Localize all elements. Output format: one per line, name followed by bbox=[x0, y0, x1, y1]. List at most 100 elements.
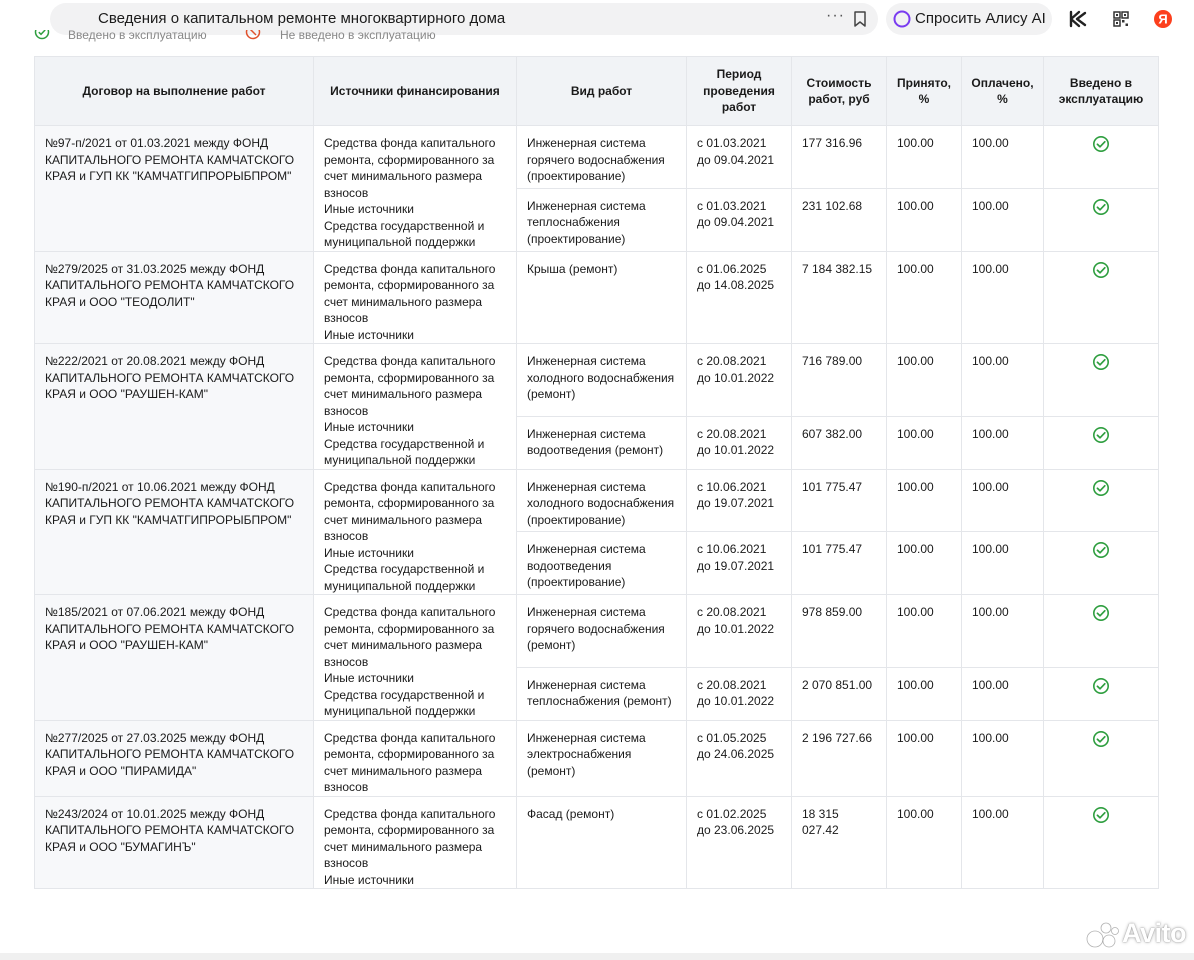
sources-cell: Средства фонда капитального ремонта, сфо… bbox=[313, 468, 517, 595]
paid-cell: 100.00 bbox=[961, 343, 1044, 417]
funding-source: Средства фонда капитального ремонта, сфо… bbox=[324, 261, 496, 326]
period-cell: с 01.03.2021 до 09.04.2021 bbox=[686, 187, 792, 252]
qr-icon[interactable] bbox=[1111, 9, 1131, 29]
cost-cell: 7 184 382.15 bbox=[791, 250, 887, 344]
paid-cell: 100.00 bbox=[961, 415, 1044, 470]
work-type-cell: Инженерная система горячего водоснабжени… bbox=[516, 125, 687, 189]
header-period: Период проведения работ bbox=[686, 56, 792, 126]
check-circle-icon bbox=[1093, 198, 1109, 215]
not-in-service-icon bbox=[245, 30, 261, 40]
period-cell: с 20.08.2021 до 10.01.2022 bbox=[686, 343, 792, 417]
table-row: №97-п/2021 от 01.03.2021 между ФОНД КАПИ… bbox=[34, 125, 1159, 252]
accepted-cell: 100.00 bbox=[886, 250, 962, 344]
commissioned-cell bbox=[1043, 531, 1159, 595]
kinopoisk-icon[interactable] bbox=[1068, 9, 1088, 29]
cost-cell: 177 316.96 bbox=[791, 125, 887, 189]
check-circle-icon bbox=[1093, 479, 1109, 496]
table-header-row: Договор на выполнение работ Источники фи… bbox=[34, 56, 1159, 126]
bookmark-icon[interactable] bbox=[853, 11, 867, 27]
avito-logo-icon bbox=[1086, 922, 1119, 948]
table-row: №277/2025 от 27.03.2025 между ФОНД КАПИТ… bbox=[34, 719, 1159, 797]
contract-cell: №97-п/2021 от 01.03.2021 между ФОНД КАПИ… bbox=[34, 125, 314, 252]
accepted-cell: 100.00 bbox=[886, 531, 962, 595]
contract-cell: №243/2024 от 10.01.2025 между ФОНД КАПИТ… bbox=[34, 795, 314, 889]
check-circle-icon bbox=[1093, 136, 1109, 152]
legend-not-in-service: Не введено в эксплуатацию bbox=[280, 30, 436, 42]
work-type-cell: Фасад (ремонт) bbox=[516, 795, 687, 889]
sources-cell: Средства фонда капитального ремонта, сфо… bbox=[313, 250, 517, 344]
funding-source: Иные источники bbox=[324, 671, 414, 685]
table-body: №97-п/2021 от 01.03.2021 между ФОНД КАПИ… bbox=[34, 125, 1159, 889]
accepted-cell: 100.00 bbox=[886, 666, 962, 721]
check-circle-icon bbox=[1093, 677, 1109, 694]
header-sources: Источники финансирования bbox=[313, 56, 517, 126]
work-type-cell: Крыша (ремонт) bbox=[516, 250, 687, 344]
check-circle-icon bbox=[1093, 806, 1109, 823]
commissioned-cell bbox=[1043, 187, 1159, 252]
sources-cell: Средства фонда капитального ремонта, сфо… bbox=[313, 125, 517, 252]
funding-source: Средства государственной и муниципальной… bbox=[324, 687, 485, 719]
table-row: №222/2021 от 20.08.2021 между ФОНД КАПИТ… bbox=[34, 343, 1159, 470]
funding-source: Средства фонда капитального ремонта, сфо… bbox=[324, 806, 496, 871]
header-accepted: Принято, % bbox=[886, 56, 962, 126]
paid-cell: 100.00 bbox=[961, 531, 1044, 595]
check-circle-icon bbox=[34, 30, 50, 40]
cost-cell: 716 789.00 bbox=[791, 343, 887, 417]
accepted-cell: 100.00 bbox=[886, 187, 962, 252]
accepted-cell: 100.00 bbox=[886, 594, 962, 668]
yandex-icon[interactable]: Я bbox=[1153, 9, 1173, 29]
contract-cell: №277/2025 от 27.03.2025 между ФОНД КАПИТ… bbox=[34, 719, 314, 797]
commissioned-cell bbox=[1043, 125, 1159, 189]
period-cell: с 20.08.2021 до 10.01.2022 bbox=[686, 415, 792, 470]
table-row: №190-п/2021 от 10.06.2021 между ФОНД КАП… bbox=[34, 468, 1159, 595]
work-type-cell: Инженерная система электроснабжения (рем… bbox=[516, 719, 687, 797]
more-icon[interactable]: ··· bbox=[826, 7, 845, 25]
cost-cell: 978 859.00 bbox=[791, 594, 887, 668]
period-cell: с 20.08.2021 до 10.01.2022 bbox=[686, 594, 792, 668]
funding-source: Иные источники bbox=[324, 545, 414, 560]
commissioned-cell bbox=[1043, 250, 1159, 344]
header-paid: Оплачено, % bbox=[961, 56, 1044, 126]
check-circle-icon bbox=[1093, 354, 1109, 370]
cost-cell: 231 102.68 bbox=[791, 187, 887, 252]
funding-source: Средства фонда капитального ремонта, сфо… bbox=[324, 730, 496, 795]
work-type-cell: Инженерная система теплоснабжения (ремон… bbox=[516, 666, 687, 721]
contract-cell: №190-п/2021 от 10.06.2021 между ФОНД КАП… bbox=[34, 468, 314, 595]
ask-alice-button[interactable]: Спросить Алису AI bbox=[886, 3, 1052, 35]
check-circle-icon bbox=[1093, 542, 1109, 559]
commissioned-cell bbox=[1043, 795, 1159, 889]
accepted-cell: 100.00 bbox=[886, 415, 962, 470]
avito-watermark: Avito bbox=[1086, 918, 1187, 952]
check-circle-icon bbox=[1093, 605, 1109, 621]
header-cost: Стоимость работ, руб bbox=[791, 56, 887, 126]
paid-cell: 100.00 bbox=[961, 468, 1044, 533]
paid-cell: 100.00 bbox=[961, 187, 1044, 252]
paid-cell: 100.00 bbox=[961, 666, 1044, 721]
accepted-cell: 100.00 bbox=[886, 468, 962, 533]
funding-source: Средства государственной и муниципальной… bbox=[324, 218, 485, 250]
accepted-cell: 100.00 bbox=[886, 343, 962, 417]
header-commissioned: Введено в эксплуатацию bbox=[1043, 56, 1159, 126]
funding-source: Иные источники bbox=[324, 327, 414, 342]
avito-watermark-text: Avito bbox=[1122, 918, 1187, 948]
funding-source: Средства фонда капитального ремонта, сфо… bbox=[324, 136, 496, 200]
capital-repair-table: Договор на выполнение работ Источники фи… bbox=[34, 56, 1159, 889]
sources-cell: Средства фонда капитального ремонта, сфо… bbox=[313, 594, 517, 721]
commissioned-cell bbox=[1043, 719, 1159, 797]
funding-source: Иные источники bbox=[324, 872, 414, 887]
period-cell: с 10.06.2021 до 19.07.2021 bbox=[686, 468, 792, 533]
work-type-cell: Инженерная система горячего водоснабжени… bbox=[516, 594, 687, 668]
paid-cell: 100.00 bbox=[961, 594, 1044, 668]
paid-cell: 100.00 bbox=[961, 795, 1044, 889]
alice-icon bbox=[893, 10, 911, 28]
funding-source: Средства государственной и муниципальной… bbox=[324, 562, 485, 593]
cost-cell: 18 315 027.42 bbox=[791, 795, 887, 889]
period-cell: с 01.05.2025 до 24.06.2025 bbox=[686, 719, 792, 797]
commissioned-cell bbox=[1043, 666, 1159, 721]
funding-source: Средства фонда капитального ремонта, сфо… bbox=[324, 354, 496, 418]
period-cell: с 01.03.2021 до 09.04.2021 bbox=[686, 125, 792, 189]
commissioned-cell bbox=[1043, 468, 1159, 533]
contract-cell: №222/2021 от 20.08.2021 между ФОНД КАПИТ… bbox=[34, 343, 314, 470]
work-type-cell: Инженерная система холодного водоснабжен… bbox=[516, 468, 687, 533]
cost-cell: 607 382.00 bbox=[791, 415, 887, 470]
